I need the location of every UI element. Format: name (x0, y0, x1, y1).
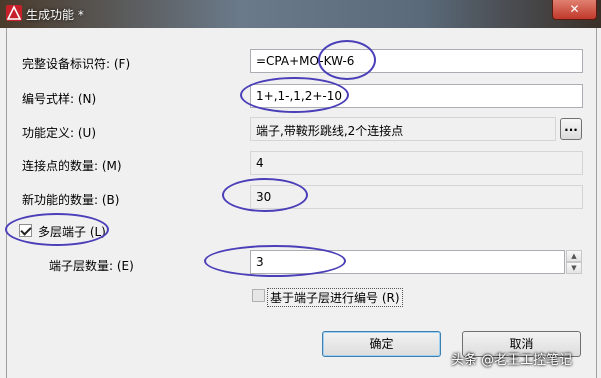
new-function-count-field[interactable]: 30 (250, 185, 583, 209)
function-def-field: 端子,带鞍形跳线,2个连接点 (250, 117, 556, 141)
device-id-field[interactable]: =CPA+MO-KW-6 (250, 49, 583, 73)
levels-spinner: ▲ ▼ (566, 250, 582, 274)
ok-button[interactable]: 确定 (322, 331, 441, 357)
spin-down-button[interactable]: ▼ (566, 262, 582, 274)
window-title: 生成功能 * (26, 8, 84, 22)
app-logo-icon (6, 5, 22, 21)
number-by-level-label[interactable]: 基于端子层进行编号 (R) (267, 288, 403, 307)
multilevel-checkbox[interactable] (19, 224, 32, 237)
browse-button[interactable]: ... (560, 118, 582, 140)
watermark: 头条 @老王工控笔记 (451, 353, 573, 368)
dialog-body: 完整设备标识符: (F) =CPA+MO-KW-6 编号式样: (N) 1+,1… (6, 28, 597, 378)
new-function-count-label: 新功能的数量: (B) (22, 193, 120, 207)
dialog-window: 生成功能 * ✕ 完整设备标识符: (F) =CPA+MO-KW-6 编号式样:… (0, 0, 601, 378)
title-bar[interactable]: 生成功能 * ✕ (0, 0, 601, 28)
close-button[interactable]: ✕ (552, 0, 597, 20)
levels-label: 端子层数量: (E) (49, 259, 134, 273)
spin-up-button[interactable]: ▲ (566, 250, 582, 262)
multilevel-label[interactable]: 多层端子 (L) (38, 223, 106, 240)
numbering-field[interactable]: 1+,1-,1,2+-10 (250, 84, 583, 108)
numbering-label: 编号式样: (N) (22, 92, 97, 106)
connection-count-field: 4 (250, 151, 583, 175)
levels-field[interactable]: 3 (250, 250, 565, 274)
function-def-label: 功能定义: (U) (22, 126, 97, 140)
device-id-label: 完整设备标识符: (F) (22, 57, 131, 71)
connection-count-label: 连接点的数量: (M) (22, 159, 122, 173)
number-by-level-checkbox[interactable] (252, 289, 265, 302)
